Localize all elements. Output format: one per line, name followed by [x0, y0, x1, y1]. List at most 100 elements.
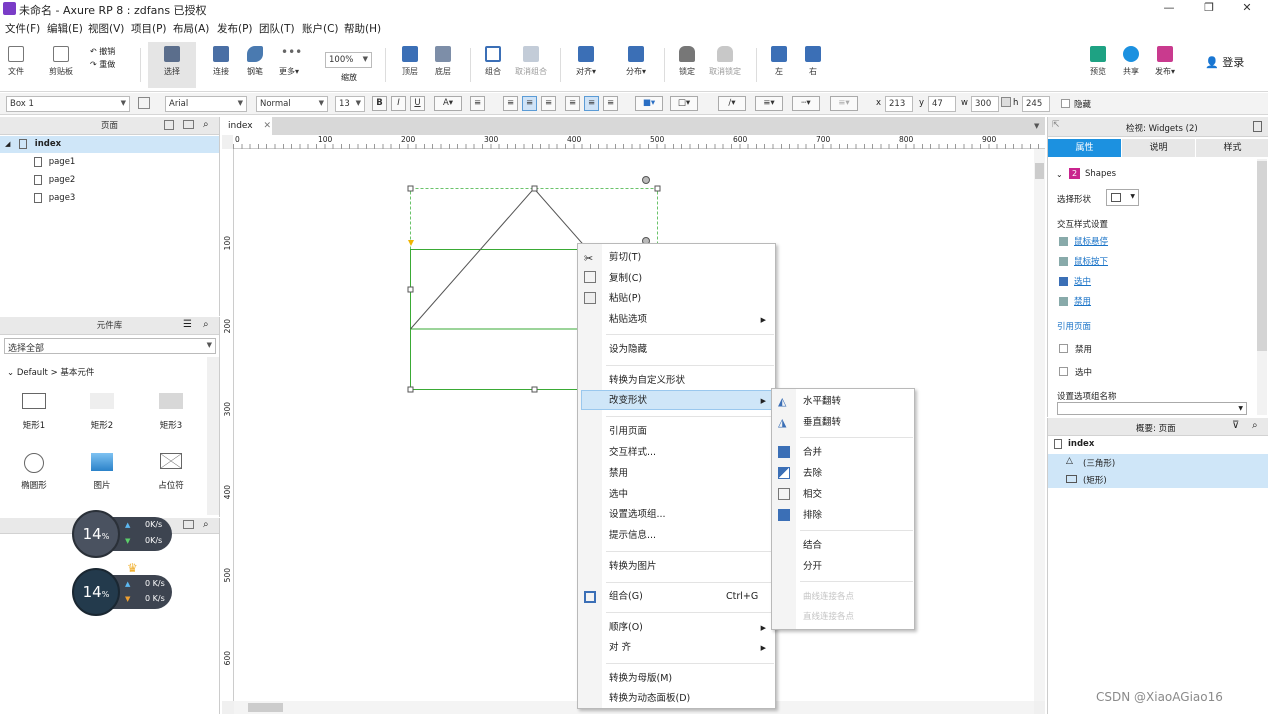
menu-layout[interactable]: 布局(A) [173, 21, 209, 36]
widget-name-select[interactable]: Box 1 ▼ [6, 96, 130, 112]
tab-properties[interactable]: 属性 [1048, 139, 1121, 157]
filter-icon[interactable]: ⊽ [1232, 420, 1239, 431]
library-filter-select[interactable]: 选择全部 ▼ [4, 338, 216, 354]
library-item-rect2[interactable]: 矩形2 [82, 393, 122, 431]
zoom-select[interactable]: 100% ▼ [325, 52, 372, 68]
search-icon[interactable]: ⌕ [203, 119, 209, 130]
line-style-button[interactable]: ┄▾ [792, 96, 820, 111]
ref-page-link[interactable]: 引用页面 [1057, 320, 1091, 332]
page-tree-item[interactable]: page3 [34, 190, 75, 207]
menu-item-paste[interactable]: 粘贴(P) [609, 290, 641, 308]
mousedown-style-link[interactable]: 鼠标按下 [1074, 255, 1108, 267]
login-button[interactable]: 👤 登录 [1205, 54, 1244, 70]
scrollbar-thumb[interactable] [1257, 161, 1267, 351]
file-button[interactable]: 文件 [4, 42, 28, 88]
bring-front-button[interactable]: 顶层 [397, 42, 423, 88]
x-input[interactable]: 213 [885, 96, 913, 112]
submenu-union[interactable]: 合并 [803, 444, 822, 462]
expand-icon[interactable]: ⌄ [1056, 170, 1063, 179]
rotate-handle[interactable] [642, 176, 650, 184]
menu-item-group[interactable]: 组合(G) [609, 588, 643, 606]
shadow-button[interactable]: □▾ [670, 96, 698, 111]
lock-ratio-icon[interactable] [1001, 97, 1011, 107]
library-item-ellipse[interactable]: 椭圆形 [14, 453, 54, 491]
network-speed-widget[interactable]: 14% ▲ 0K/s ▼ 0K/s [72, 510, 172, 558]
minimize-button[interactable]: — [1152, 1, 1186, 17]
menu-item-interaction-styles[interactable]: 交互样式... [609, 444, 656, 462]
disabled-checkbox[interactable] [1059, 344, 1068, 353]
menu-item-to-master[interactable]: 转换为母版(M) [609, 670, 672, 688]
publish-button[interactable]: 发布▾ [1150, 42, 1180, 88]
valign-middle-button[interactable]: ≡ [584, 96, 599, 111]
add-folder-icon[interactable] [183, 120, 194, 129]
menu-item-order[interactable]: 顺序(O) [609, 619, 643, 637]
arrow-style-button[interactable]: ≡▾ [830, 96, 858, 111]
pen-button[interactable]: 钢笔 [242, 42, 268, 88]
submenu-curve-connect[interactable]: 曲线连接各点 [803, 588, 854, 606]
outline-root[interactable]: index [1068, 439, 1094, 449]
menu-edit[interactable]: 编辑(E) [47, 21, 83, 36]
canvas-vertical-scrollbar[interactable] [1034, 149, 1045, 701]
tab-notes[interactable]: 说明 [1122, 139, 1195, 157]
search-icon[interactable]: ⌕ [203, 319, 209, 330]
valign-bottom-button[interactable]: ≡ [603, 96, 618, 111]
fill-color-button[interactable]: ■▾ [635, 96, 663, 111]
menu-item-set-hidden[interactable]: 设为隐藏 [609, 341, 647, 359]
underline-button[interactable]: U [410, 96, 425, 111]
menu-file[interactable]: 文件(F) [5, 21, 40, 36]
font-select[interactable]: Arial ▼ [165, 96, 247, 112]
menu-item-align[interactable]: 对 齐 [609, 639, 631, 657]
y-input[interactable]: 47 [928, 96, 956, 112]
shape-picker[interactable]: ▼ [1106, 189, 1139, 206]
menu-item-disable[interactable]: 禁用 [609, 465, 628, 483]
align-center-button[interactable]: ≡ [522, 96, 537, 111]
left-button[interactable]: 左 [766, 42, 792, 88]
tabs-dropdown-icon[interactable]: ▼ [1034, 122, 1039, 130]
group-button[interactable]: 组合 [480, 42, 506, 88]
menu-item-to-custom-shape[interactable]: 转换为自定义形状 [609, 372, 685, 390]
page-tree-item[interactable]: page2 [34, 172, 75, 189]
close-icon[interactable]: ✕ [264, 121, 272, 131]
line-width-button[interactable]: ≡▾ [755, 96, 783, 111]
scrollbar-thumb[interactable] [1035, 163, 1044, 179]
network-speed-widget[interactable]: 14% ♛ ▲ 0 K/s ▼ 0 K/s [72, 561, 172, 616]
menu-item-paste-options[interactable]: 粘贴选项 [609, 311, 647, 329]
library-item-rect1[interactable]: 矩形1 [14, 393, 54, 431]
outline-item-triangle[interactable]: (三角形) [1083, 457, 1115, 469]
library-item-placeholder[interactable]: 占位符 [151, 453, 191, 491]
clipboard-button[interactable]: 剪贴板 [44, 42, 78, 88]
library-item-rect3[interactable]: 矩形3 [151, 393, 191, 431]
submenu-subtract[interactable]: 去除 [803, 465, 822, 483]
selected-checkbox[interactable] [1059, 367, 1068, 376]
library-item-image[interactable]: 图片 [82, 453, 122, 491]
menu-team[interactable]: 团队(T) [259, 21, 295, 36]
menu-item-to-image[interactable]: 转换为图片 [609, 558, 657, 576]
library-group-header[interactable]: ⌄ Default > 基本元件 [7, 366, 94, 378]
selected-style-link[interactable]: 选中 [1074, 275, 1091, 287]
valign-top-button[interactable]: ≡ [565, 96, 580, 111]
bold-button[interactable]: B [372, 96, 387, 111]
send-back-button[interactable]: 底层 [430, 42, 456, 88]
search-icon[interactable]: ⌕ [203, 519, 209, 530]
page-tree-item[interactable]: page1 [34, 154, 75, 171]
hover-style-link[interactable]: 鼠标悬停 [1074, 235, 1108, 247]
menu-publish[interactable]: 发布(P) [217, 21, 253, 36]
menu-view[interactable]: 视图(V) [88, 21, 124, 36]
font-size-select[interactable]: 13 ▼ [335, 96, 365, 112]
ungroup-button[interactable]: 取消组合 [511, 42, 551, 88]
tab-style[interactable]: 样式 [1196, 139, 1268, 157]
submenu-flip-horizontal[interactable]: 水平翻转 [803, 393, 841, 411]
corner-handle-icon[interactable] [408, 240, 414, 246]
page-tree-root[interactable]: ◢ index [0, 136, 219, 153]
submenu-intersect[interactable]: 相交 [803, 486, 822, 504]
close-button[interactable]: ✕ [1230, 1, 1264, 17]
font-color-button[interactable]: A▾ [434, 96, 462, 111]
option-group-input[interactable]: ▼ [1057, 402, 1247, 415]
menu-item-change-shape[interactable]: 改变形状 [609, 392, 647, 410]
menu-project[interactable]: 项目(P) [131, 21, 167, 36]
connect-button[interactable]: 连接 [208, 42, 234, 88]
scrollbar-thumb[interactable] [248, 703, 283, 712]
submenu-flip-vertical[interactable]: 垂直翻转 [803, 414, 841, 432]
maximize-button[interactable]: ❐ [1192, 1, 1226, 17]
menu-item-select[interactable]: 选中 [609, 486, 628, 504]
